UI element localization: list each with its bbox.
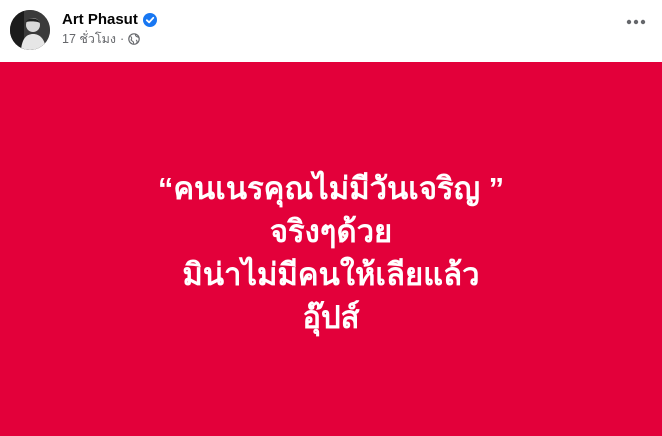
facebook-post: Art Phasut 17 ชั่วโมง · “คนเนรคุณไม่มีวั…	[0, 0, 662, 436]
post-text-line-1: “คนเนรคุณไม่มีวันเจริญ ”	[157, 171, 505, 206]
post-meta: 17 ชั่วโมง ·	[62, 31, 140, 47]
post-text-card: “คนเนรคุณไม่มีวันเจริญ ” จริงๆด้วย มิน่า…	[0, 62, 662, 436]
verified-badge-icon	[142, 13, 157, 27]
post-header: Art Phasut 17 ชั่วโมง ·	[0, 0, 662, 62]
post-text-line-3: มิน่าไม่มีคนให้เลียแล้ว	[182, 257, 480, 292]
meta-separator: ·	[119, 32, 125, 46]
post-text-line-2: จริงๆด้วย	[269, 214, 393, 249]
author-line: Art Phasut	[62, 10, 157, 30]
globe-icon[interactable]	[128, 33, 140, 45]
more-options-button[interactable]	[624, 10, 648, 34]
author-avatar[interactable]	[10, 10, 50, 50]
post-text-line-4: อุ๊ปส์	[302, 300, 360, 335]
post-timestamp[interactable]: 17 ชั่วโมง	[62, 29, 116, 49]
avatar-image	[10, 10, 50, 50]
author-name[interactable]: Art Phasut	[62, 10, 138, 30]
more-horizontal-icon	[626, 19, 646, 25]
